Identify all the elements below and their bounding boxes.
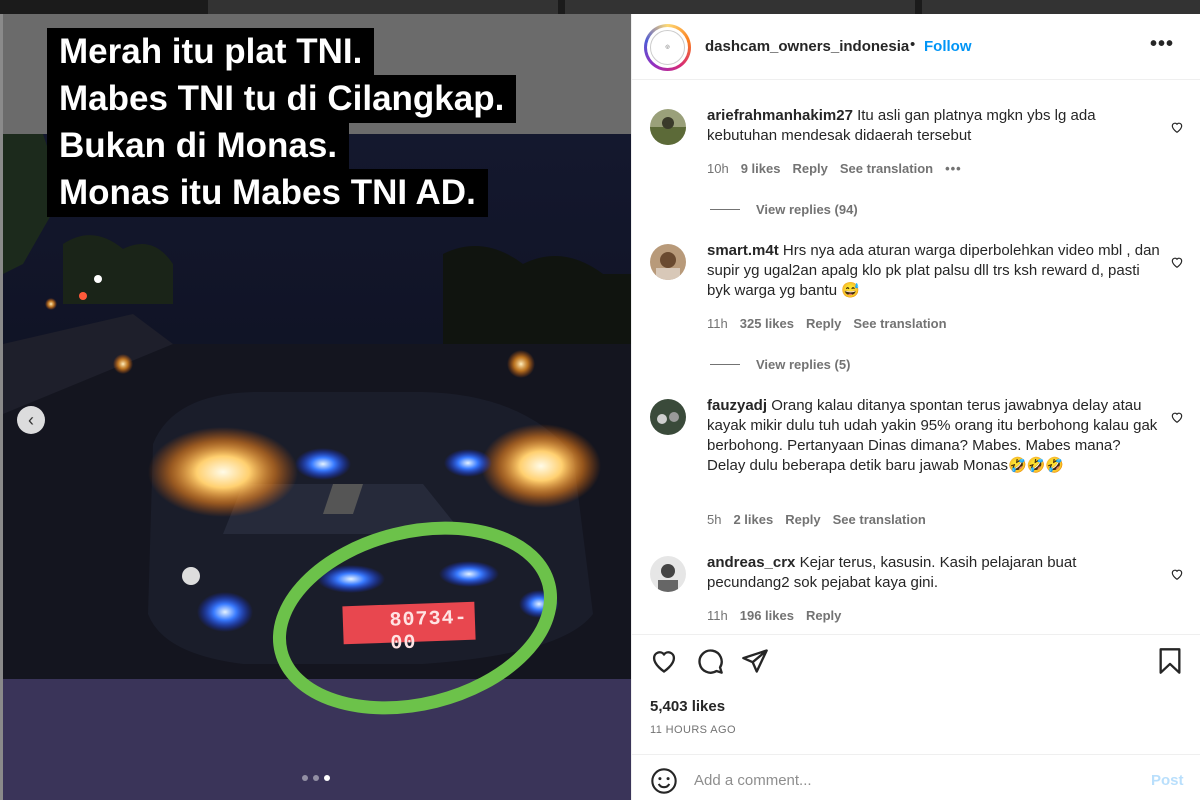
view-replies-button[interactable]: View replies (94) <box>710 202 858 217</box>
post-media: Merah itu plat TNI. Mabes TNI tu di Cila… <box>3 14 631 800</box>
caption-line: Bukan di Monas. <box>47 122 350 170</box>
see-translation-button[interactable]: See translation <box>840 161 933 176</box>
background-thumbnail <box>565 0 915 14</box>
comment-time: 10h <box>707 161 729 176</box>
caption-line: Mabes TNI tu di Cilangkap. <box>47 75 517 123</box>
add-comment-bar: Post <box>632 754 1200 800</box>
comment-heart-icon[interactable] <box>1170 410 1184 424</box>
account-avatar[interactable]: ◎ <box>644 24 691 71</box>
comment-heart-icon[interactable] <box>1170 120 1184 134</box>
carousel-dot-active <box>324 775 330 781</box>
post-comment-button[interactable]: Post <box>1151 772 1184 789</box>
chevron-left-icon: ‹ <box>28 410 34 430</box>
carousel-dot <box>313 775 319 781</box>
smiley-icon[interactable] <box>650 767 678 795</box>
commenter-avatar[interactable] <box>650 244 686 280</box>
comment-meta: 11h 325 likes Reply See translation <box>707 316 947 331</box>
comment-input[interactable] <box>694 764 1134 796</box>
bookmark-icon[interactable] <box>1156 647 1184 675</box>
paper-plane-icon[interactable] <box>741 647 769 675</box>
post-side-panel: ◎ dashcam_owners_indonesia • Follow ••• … <box>631 14 1200 800</box>
header-separator: • <box>910 36 916 53</box>
comment-username[interactable]: fauzyadj <box>707 397 767 414</box>
comment-more-icon[interactable]: ••• <box>945 161 962 176</box>
carousel-indicator <box>302 775 330 781</box>
post-header: ◎ dashcam_owners_indonesia • Follow ••• <box>632 14 1200 80</box>
follow-button[interactable]: Follow <box>924 38 972 55</box>
heart-icon[interactable] <box>650 647 678 675</box>
background-thumbnail <box>208 0 558 14</box>
background-thumbnail <box>922 0 1200 14</box>
post-caption-overlay: Merah itu plat TNI. Mabes TNI tu di Cila… <box>47 28 517 217</box>
caption-line: Monas itu Mabes TNI AD. <box>47 169 488 217</box>
caption-line: Merah itu plat TNI. <box>47 28 375 76</box>
comment-username[interactable]: andreas_crx <box>707 554 795 571</box>
account-username[interactable]: dashcam_owners_indonesia <box>705 38 909 55</box>
post-likes-count[interactable]: 5,403 likes <box>650 698 725 715</box>
comment-username[interactable]: smart.m4t <box>707 242 779 259</box>
comment-likes[interactable]: 9 likes <box>741 161 781 176</box>
commenter-avatar[interactable] <box>650 109 686 145</box>
comment-heart-icon[interactable] <box>1170 567 1184 581</box>
commenter-avatar[interactable] <box>650 556 686 592</box>
comment-likes[interactable]: 196 likes <box>740 608 794 623</box>
view-replies-button[interactable]: View replies (5) <box>710 357 850 372</box>
comment-likes[interactable]: 325 likes <box>740 316 794 331</box>
comment-meta: 10h 9 likes Reply See translation ••• <box>707 161 962 176</box>
post-timestamp: 11 HOURS AGO <box>650 724 736 736</box>
comment-time: 11h <box>707 316 728 331</box>
reply-button[interactable]: Reply <box>806 316 841 331</box>
comment-bubble-icon[interactable] <box>696 647 724 675</box>
comments-list[interactable]: ariefrahmanhakim27 Itu asli gan platnya … <box>632 81 1200 634</box>
commenter-avatar[interactable] <box>650 399 686 435</box>
see-translation-button[interactable]: See translation <box>833 512 926 527</box>
comment-time: 11h <box>707 608 728 623</box>
comment-username[interactable]: ariefrahmanhakim27 <box>707 107 853 124</box>
carousel-prev-button[interactable]: ‹ <box>17 406 45 434</box>
comment-heart-icon[interactable] <box>1170 255 1184 269</box>
comment-likes[interactable]: 2 likes <box>733 512 773 527</box>
post-actions: 5,403 likes 11 HOURS AGO <box>632 634 1200 754</box>
license-plate-number: 80734-00 <box>389 606 468 656</box>
comment-meta: 5h 2 likes Reply See translation <box>707 512 926 527</box>
more-options-icon[interactable]: ••• <box>1150 33 1174 56</box>
comment-text: Orang kalau ditanya spontan terus jawabn… <box>707 397 1158 474</box>
reply-button[interactable]: Reply <box>785 512 820 527</box>
comment-time: 5h <box>707 512 722 527</box>
dashcam-logo-icon: ◎ <box>650 30 685 65</box>
reply-button[interactable]: Reply <box>792 161 827 176</box>
carousel-dot <box>302 775 308 781</box>
see-translation-button[interactable]: See translation <box>853 316 946 331</box>
reply-button[interactable]: Reply <box>806 608 841 623</box>
comment-meta: 11h 196 likes Reply <box>707 608 841 623</box>
background-page-strip <box>0 0 1200 14</box>
